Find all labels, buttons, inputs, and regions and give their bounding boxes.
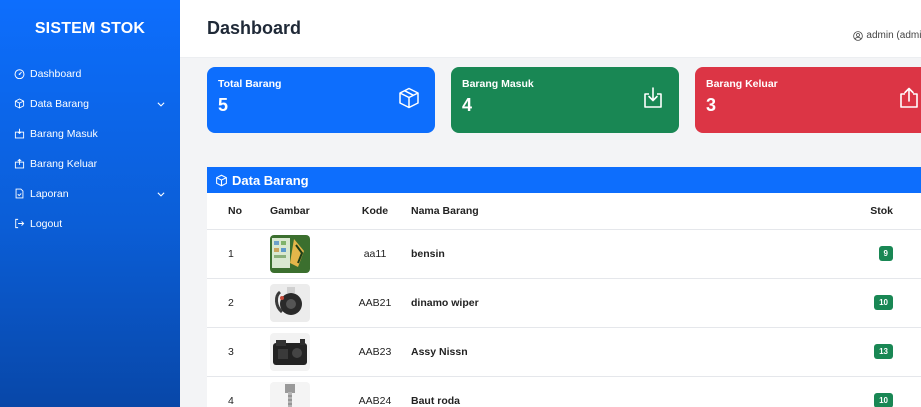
main-content: Dashboard admin (admin Total Barang 5 Ba… <box>180 0 921 407</box>
box-icon <box>397 86 421 110</box>
panel-header: Data Barang <box>207 167 921 193</box>
chevron-down-icon[interactable] <box>156 189 166 199</box>
page-title: Dashboard <box>207 18 302 38</box>
sidebar-item-label: Laporan <box>30 188 69 200</box>
card-label: Barang Masuk <box>462 78 534 90</box>
user-name: admin (admin <box>866 30 921 41</box>
table-row[interactable]: 3 AAB23 Assy Nissn 13 <box>207 327 921 377</box>
sidebar-item-label: Barang Keluar <box>30 158 98 170</box>
user-circle-icon <box>853 30 864 41</box>
product-image <box>270 234 310 273</box>
table-row[interactable]: 1 aa11 bensin 9 <box>207 229 921 279</box>
column-header-nama[interactable]: Nama Barang <box>406 193 847 230</box>
sidebar-item-logout[interactable]: Logout <box>0 209 180 239</box>
cell-no: 3 <box>207 327 263 377</box>
table-row[interactable]: 2 AAB21 dinamo wiper 10 <box>207 278 921 328</box>
data-barang-panel: Data Barang No Gambar Kode Nama Barang S… <box>207 167 921 407</box>
card-total-barang: Total Barang 5 <box>207 67 435 133</box>
table-header-row: No Gambar Kode Nama Barang Stok <box>207 193 921 230</box>
cell-no: 2 <box>207 278 263 328</box>
sidebar-item-laporan[interactable]: Laporan <box>0 179 180 209</box>
card-barang-keluar: Barang Keluar 3 <box>695 67 921 133</box>
file-icon <box>14 188 26 200</box>
sidebar-item-label: Logout <box>30 218 63 230</box>
stok-badge: 9 <box>878 246 893 261</box>
card-value: 5 <box>218 95 229 115</box>
cell-no: 1 <box>207 229 263 279</box>
sidebar-item-dashboard[interactable]: Dashboard <box>0 59 180 89</box>
card-value: 4 <box>462 95 473 115</box>
brand-title[interactable]: SISTEM STOK <box>0 0 180 58</box>
box-icon <box>216 174 227 186</box>
card-barang-masuk: Barang Masuk 4 <box>451 67 679 133</box>
summary-cards: Total Barang 5 Barang Masuk 4 Barang Kel… <box>207 67 921 133</box>
download-box-icon <box>641 86 665 110</box>
cell-nama: Assy Nissn <box>406 327 847 377</box>
box-out-icon <box>14 158 26 170</box>
column-header-gambar[interactable]: Gambar <box>263 193 344 230</box>
sidebar-item-label: Data Barang <box>30 98 89 110</box>
sidebar-item-label: Dashboard <box>30 68 82 80</box>
topbar: Dashboard admin (admin <box>180 0 921 58</box>
sidebar-item-data-barang[interactable]: Data Barang <box>0 89 180 119</box>
sidebar-item-label: Barang Masuk <box>30 128 98 140</box>
product-image <box>270 283 310 322</box>
sidebar-item-barang-keluar[interactable]: Barang Keluar <box>0 149 180 179</box>
upload-box-icon <box>897 86 921 110</box>
panel-title: Data Barang <box>232 172 309 188</box>
speedometer-icon <box>14 68 26 80</box>
cell-nama: bensin <box>406 229 847 279</box>
column-header-kode[interactable]: Kode <box>344 193 406 230</box>
card-label: Total Barang <box>218 78 282 90</box>
sidebar: SISTEM STOK Dashboard Data Barang Barang… <box>0 0 180 407</box>
cell-kode: AAB24 <box>344 376 406 407</box>
product-image <box>270 332 310 371</box>
card-label: Barang Keluar <box>706 78 778 90</box>
cell-kode: AAB23 <box>344 327 406 377</box>
cell-kode: AAB21 <box>344 278 406 328</box>
cell-no: 4 <box>207 376 263 407</box>
box-icon <box>14 98 26 110</box>
column-header-stok[interactable]: Stok <box>847 193 921 230</box>
cell-kode: aa11 <box>344 229 406 279</box>
sidebar-menu: Dashboard Data Barang Barang Masuk Baran… <box>0 59 180 239</box>
cell-nama: Baut roda <box>406 376 847 407</box>
box-in-icon <box>14 128 26 140</box>
sidebar-item-barang-masuk[interactable]: Barang Masuk <box>0 119 180 149</box>
stok-badge: 13 <box>874 344 893 359</box>
stok-badge: 10 <box>874 393 893 407</box>
chevron-down-icon[interactable] <box>156 99 166 109</box>
stok-badge: 10 <box>874 295 893 310</box>
table-row[interactable]: 4 AAB24 Baut roda 10 <box>207 376 921 407</box>
product-image <box>270 381 310 407</box>
column-header-no[interactable]: No <box>207 193 263 230</box>
card-value: 3 <box>706 95 717 115</box>
data-barang-table: No Gambar Kode Nama Barang Stok 1 aa11 b… <box>207 193 921 407</box>
cell-nama: dinamo wiper <box>406 278 847 328</box>
user-menu[interactable]: admin (admin <box>853 30 921 41</box>
logout-icon <box>14 218 26 230</box>
